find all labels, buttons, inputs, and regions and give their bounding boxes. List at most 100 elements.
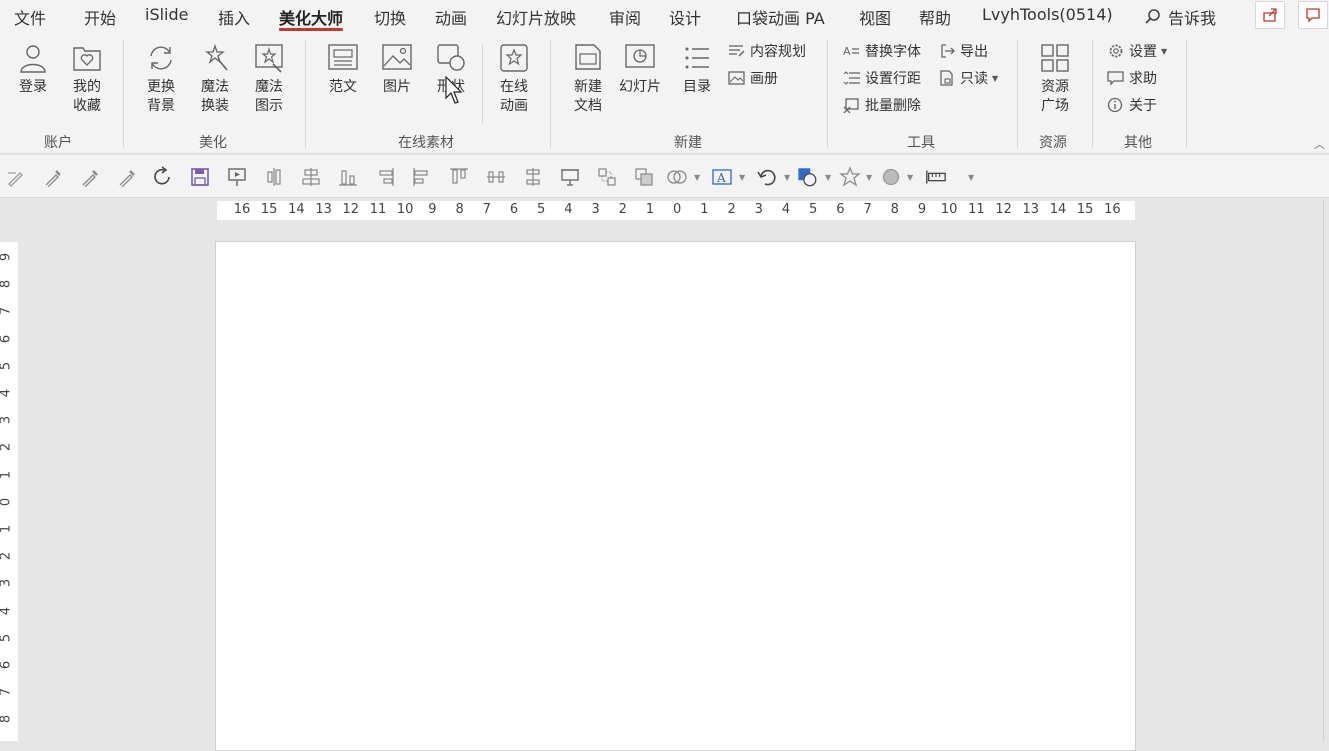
tab-review[interactable]: 审阅 bbox=[609, 5, 641, 29]
chevron-down-icon[interactable]: ▼ bbox=[866, 173, 872, 182]
album-button[interactable]: 画册 bbox=[728, 68, 778, 88]
ruler-tick-label: 1 bbox=[0, 524, 14, 534]
chevron-down-icon: ▼ bbox=[992, 73, 999, 83]
change-bg-label-1: 更换 bbox=[147, 79, 175, 95]
image-icon bbox=[382, 44, 412, 70]
tab-animations[interactable]: 动画 bbox=[435, 5, 467, 29]
tab-pocket-animation[interactable]: 口袋动画 PA bbox=[736, 5, 825, 29]
magic-outfit-button[interactable]: 魔法 换装 bbox=[199, 42, 231, 116]
replace-font-button[interactable]: A 替换字体 bbox=[843, 41, 921, 61]
shape-fill-icon[interactable] bbox=[797, 166, 819, 188]
presentation-icon[interactable] bbox=[559, 166, 581, 188]
tab-islide[interactable]: iSlide bbox=[145, 5, 189, 24]
login-button[interactable]: 登录 bbox=[17, 42, 49, 97]
group-separator bbox=[305, 40, 306, 148]
eyedropper-icon[interactable] bbox=[42, 166, 64, 188]
merge-shapes-icon[interactable] bbox=[666, 166, 688, 188]
shapes-icon bbox=[437, 44, 465, 71]
tab-home[interactable]: 开始 bbox=[84, 5, 116, 29]
tab-help[interactable]: 帮助 bbox=[919, 5, 951, 29]
format-painter-icon[interactable] bbox=[5, 166, 27, 188]
shape-effects-icon[interactable] bbox=[880, 166, 902, 188]
refresh-icon bbox=[150, 46, 172, 70]
tab-lvyhtools[interactable]: LvyhTools(0514) bbox=[982, 5, 1113, 24]
redo-icon[interactable] bbox=[152, 166, 174, 188]
ruler-tick-label: 2 bbox=[0, 443, 14, 452]
align-left-icon[interactable] bbox=[411, 166, 433, 188]
change-background-button[interactable]: 更换 背景 bbox=[145, 42, 177, 116]
chevron-down-icon[interactable]: ▼ bbox=[694, 173, 700, 182]
batch-delete-button[interactable]: 批量删除 bbox=[843, 95, 921, 115]
ruler-toggle-icon[interactable] bbox=[925, 166, 947, 188]
tab-file[interactable]: 文件 bbox=[14, 5, 46, 29]
customize-toolbar-icon[interactable]: ▼ bbox=[968, 173, 974, 182]
tab-transitions[interactable]: 切换 bbox=[374, 5, 406, 29]
save-icon[interactable] bbox=[189, 166, 211, 188]
tab-slideshow[interactable]: 幻灯片放映 bbox=[496, 5, 576, 29]
export-button[interactable]: 导出 bbox=[938, 41, 988, 61]
ruler-tick-label: 6 bbox=[836, 202, 845, 217]
sample-docs-button[interactable]: 范文 bbox=[327, 42, 359, 97]
star-shape-icon[interactable] bbox=[839, 166, 861, 188]
chevron-down-icon[interactable]: ▼ bbox=[784, 173, 790, 182]
comments-button[interactable] bbox=[1298, 1, 1328, 29]
group-icon[interactable] bbox=[596, 166, 618, 188]
align-center-vertical-icon[interactable] bbox=[263, 166, 285, 188]
chevron-down-icon[interactable]: ▼ bbox=[825, 173, 831, 182]
chevron-down-icon[interactable]: ▼ bbox=[907, 173, 913, 182]
svg-text:A: A bbox=[716, 171, 726, 185]
collapse-ribbon-icon[interactable]: ︿ bbox=[1314, 136, 1325, 152]
slide-chart-icon bbox=[625, 44, 655, 68]
text-box-icon[interactable]: A bbox=[711, 166, 733, 188]
readonly-dropdown[interactable]: 只读 ▼ bbox=[938, 68, 998, 88]
ruler-tick-label: 11 bbox=[968, 202, 985, 217]
slide-canvas[interactable] bbox=[215, 241, 1136, 751]
chevron-down-icon[interactable]: ▼ bbox=[739, 173, 745, 182]
undo-icon[interactable] bbox=[756, 166, 778, 188]
ruler-tick-label: 8 bbox=[0, 280, 14, 289]
magic-diagram-button[interactable]: 魔法 图示 bbox=[253, 42, 285, 116]
ruler-tick-label: 13 bbox=[315, 202, 332, 217]
grid-icon bbox=[1041, 44, 1069, 72]
eyedropper-3-icon[interactable] bbox=[116, 166, 138, 188]
tab-beautify-master[interactable]: 美化大师 bbox=[279, 5, 344, 31]
distribute-horizontal-icon[interactable] bbox=[485, 166, 507, 188]
table-of-contents-button[interactable]: 目录 bbox=[681, 42, 713, 97]
content-planning-button[interactable]: 内容规划 bbox=[728, 41, 806, 61]
ruler-tick-label: 10 bbox=[940, 202, 958, 217]
heart-folder-icon bbox=[73, 47, 101, 71]
ruler-tick-label: 6 bbox=[0, 334, 14, 343]
align-right-icon[interactable] bbox=[374, 166, 396, 188]
present-from-start-icon[interactable] bbox=[226, 166, 248, 188]
tell-me-box[interactable]: 告诉我 bbox=[1144, 5, 1216, 29]
align-center-horizontal-icon[interactable] bbox=[300, 166, 322, 188]
align-bottom-icon[interactable] bbox=[337, 166, 359, 188]
new-document-button[interactable]: 新建 文档 bbox=[572, 42, 604, 116]
vertical-scrollbar[interactable] bbox=[1323, 200, 1329, 741]
ruler-tick-label: 2 bbox=[0, 552, 14, 561]
ruler-tick-label: 5 bbox=[0, 633, 14, 642]
help-request-button[interactable]: 求助 bbox=[1107, 68, 1157, 88]
new-document-label-2: 文档 bbox=[574, 98, 602, 114]
tab-view[interactable]: 视图 bbox=[859, 5, 891, 29]
new-slide-button[interactable]: 幻灯片 bbox=[619, 42, 661, 97]
tab-insert[interactable]: 插入 bbox=[218, 5, 250, 29]
ruler-tick-label: 3 bbox=[0, 579, 14, 588]
online-animation-button[interactable]: 在线 动画 bbox=[498, 42, 530, 116]
picture-button[interactable]: 图片 bbox=[381, 42, 413, 97]
magic-diagram-icon bbox=[255, 44, 283, 73]
settings-dropdown[interactable]: 设置 ▼ bbox=[1107, 41, 1167, 61]
group-label-other: 其他 bbox=[1124, 135, 1152, 151]
eyedropper-2-icon[interactable] bbox=[79, 166, 101, 188]
bring-forward-icon[interactable] bbox=[633, 166, 655, 188]
line-spacing-button[interactable]: 设置行距 bbox=[843, 68, 921, 88]
share-button[interactable] bbox=[1255, 1, 1285, 29]
online-animation-label-2: 动画 bbox=[500, 98, 528, 114]
my-favorites-button[interactable]: 我的 收藏 bbox=[71, 42, 103, 116]
about-button[interactable]: 关于 bbox=[1107, 95, 1157, 115]
align-top-icon[interactable] bbox=[448, 166, 470, 188]
tab-design[interactable]: 设计 bbox=[669, 5, 701, 29]
distribute-vertical-icon[interactable] bbox=[522, 166, 544, 188]
resource-plaza-button[interactable]: 资源 广场 bbox=[1039, 42, 1071, 116]
help-request-label: 求助 bbox=[1129, 71, 1157, 87]
